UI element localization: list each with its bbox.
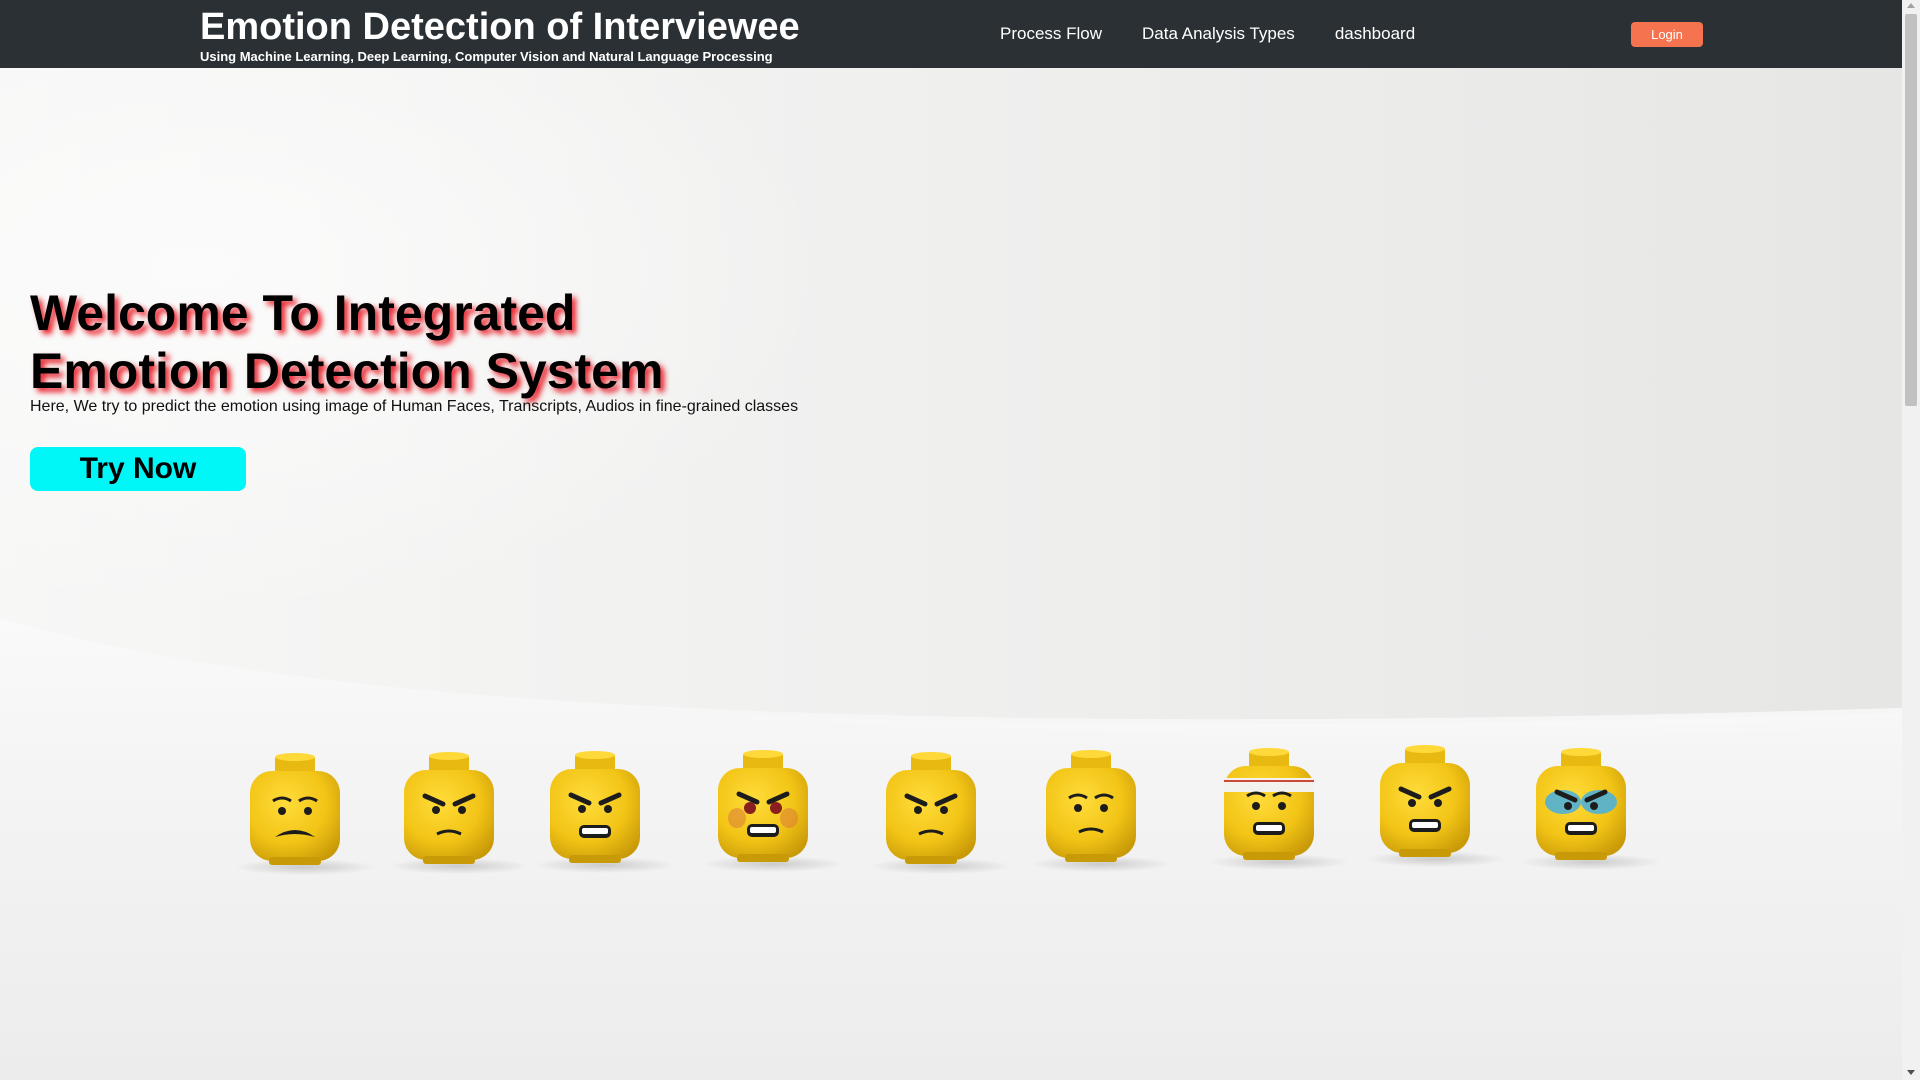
site-title[interactable]: Emotion Detection of Interviewee [200,4,800,50]
minifigure-head [1365,745,1505,867]
hero-heading: Welcome To Integrated Emotion Detection … [30,284,663,400]
nav-link-process-flow[interactable]: Process Flow [1000,24,1102,44]
hero-heading-line-2: Emotion Detection System [30,343,664,399]
minifigure-head [1209,748,1349,870]
minifigure-head [703,750,843,872]
login-button[interactable]: Login [1631,22,1703,47]
minifigure-heads-svg [235,745,1661,875]
try-now-button[interactable]: Try Now [30,447,246,491]
minifigure-head [389,752,529,874]
nav-links: Process Flow Data Analysis Types dashboa… [1000,0,1415,68]
nav-link-dashboard[interactable]: dashboard [1335,24,1415,44]
top-navbar: Emotion Detection of Interviewee Using M… [0,0,1902,68]
minifigure-head [1031,750,1171,872]
site-subtitle: Using Machine Learning, Deep Learning, C… [200,49,773,64]
page-viewport: Emotion Detection of Interviewee Using M… [0,0,1902,1080]
minifigure-head [235,753,375,875]
hero-section: Welcome To Integrated Emotion Detection … [0,68,1902,1080]
minifigure-head [535,751,675,873]
nav-link-data-analysis-types[interactable]: Data Analysis Types [1142,24,1295,44]
minifigure-head [1521,748,1661,870]
hero-description: Here, We try to predict the emotion usin… [30,398,799,415]
vertical-scrollbar[interactable] [1902,0,1920,1080]
scrollbar-thumb[interactable] [1905,14,1917,406]
hero-heading-line-1: Welcome To Integrated [30,285,576,341]
minifigure-head [871,752,1011,874]
scroll-down-arrow-icon[interactable] [1907,1070,1915,1075]
scroll-up-arrow-icon[interactable] [1907,3,1915,8]
